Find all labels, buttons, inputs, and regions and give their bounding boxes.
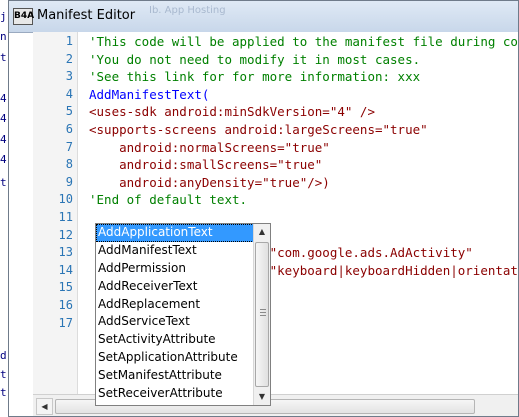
b4a-app-icon: B4A	[13, 8, 34, 25]
line-number: 15	[58, 280, 73, 295]
arrow-left-icon: ◀	[41, 402, 48, 411]
line-number: 6	[65, 122, 73, 136]
line-number: 16	[58, 298, 73, 312]
thumb-grip	[260, 315, 266, 316]
autocomplete-item[interactable]: AddApplicationText	[96, 224, 254, 242]
background-text-fragment: 4	[0, 92, 7, 105]
code-line[interactable]: android:anyDensity="true"/>)	[89, 175, 330, 190]
autocomplete-item[interactable]: SetManifestAttribute	[96, 367, 254, 385]
code-line[interactable]: AddManifestText(	[89, 87, 209, 102]
arrow-down-icon: ▼	[258, 392, 266, 401]
autocomplete-item[interactable]: AddPermission	[96, 260, 254, 278]
scroll-up-button[interactable]: ▲	[254, 224, 270, 240]
line-number: 9	[65, 174, 73, 189]
background-text-fragment: n	[0, 30, 7, 43]
code-line[interactable]: 'End of default text.	[89, 192, 247, 207]
line-number: 11	[58, 210, 73, 224]
autocomplete-list[interactable]: AddApplicationText AddManifestText AddPerm…	[96, 224, 254, 403]
line-number: 10	[58, 192, 73, 207]
window-title: Manifest Editor	[37, 8, 136, 23]
thumb-grip	[260, 312, 266, 313]
autocomplete-item[interactable]: SetActivityAttribute	[96, 331, 254, 349]
line-number: 3	[65, 69, 73, 84]
thumb-grip	[260, 309, 266, 310]
code-line[interactable]: 'This code will be applied to the manife…	[89, 34, 518, 49]
background-window-text: Ib. App Hosting	[149, 5, 226, 16]
background-text-fragment: t	[0, 176, 7, 189]
line-number-gutter: 1 2 3 4 5 6 7 8 9 10 11 12 13 14 15 16 17	[33, 32, 78, 394]
scroll-down-button[interactable]: ▼	[254, 389, 270, 405]
background-text-fragment: 4	[0, 153, 7, 166]
autocomplete-item[interactable]: SetApplicationAttribute	[96, 349, 254, 367]
title-bar[interactable]: B4A Manifest Editor Ib. App Hosting	[9, 1, 518, 33]
autocomplete-item[interactable]: AddReceiverText	[96, 278, 254, 296]
line-number: 17	[58, 315, 73, 330]
autocomplete-item[interactable]: AddServiceText	[96, 313, 254, 331]
autocomplete-item[interactable]: SetReceiverAttribute	[96, 385, 254, 403]
code-line[interactable]: <uses-sdk android:minSdkVersion="4" />	[89, 104, 375, 119]
arrow-up-icon: ▲	[258, 227, 266, 236]
line-number: 5	[65, 104, 73, 119]
line-number: 1	[65, 34, 73, 48]
code-line[interactable]: android:normalScreens="true"	[89, 140, 330, 155]
autocomplete-item[interactable]: AddManifestText	[96, 242, 254, 260]
background-text-fragment: 4	[0, 133, 7, 146]
background-text-fragment: 4	[0, 112, 7, 125]
background-text-fragment: j	[0, 10, 7, 23]
background-text-fragment: t	[0, 386, 7, 399]
line-number: 13	[58, 245, 73, 260]
code-line[interactable]: 'You do not need to modify it in most ca…	[89, 52, 420, 67]
autocomplete-scroll-thumb[interactable]	[255, 242, 269, 387]
autocomplete-popup[interactable]: AddApplicationText AddManifestText AddPerm…	[95, 223, 271, 406]
line-number: 12	[58, 227, 73, 242]
code-line[interactable]: <supports-screens android:largeScreens="…	[89, 122, 428, 137]
line-number: 14	[58, 262, 73, 277]
autocomplete-scrollbar[interactable]: ▲ ▼	[253, 224, 270, 405]
scroll-left-button[interactable]: ◀	[36, 398, 53, 415]
line-number: 8	[65, 157, 73, 172]
code-line[interactable]: android:smallScreens="true"	[89, 157, 322, 172]
background-text-fragment: t	[0, 368, 7, 381]
code-line[interactable]: 'See this link for for more information:…	[89, 69, 420, 84]
background-text-fragment: t	[0, 51, 7, 64]
manifest-editor-window: B4A Manifest Editor Ib. App Hosting 1234…	[8, 0, 519, 417]
background-text-fragment: d	[0, 349, 7, 362]
line-number: 4	[65, 86, 73, 101]
line-number: 2	[65, 51, 73, 66]
line-number: 7	[65, 139, 73, 154]
autocomplete-item[interactable]: AddReplacement	[96, 296, 254, 314]
